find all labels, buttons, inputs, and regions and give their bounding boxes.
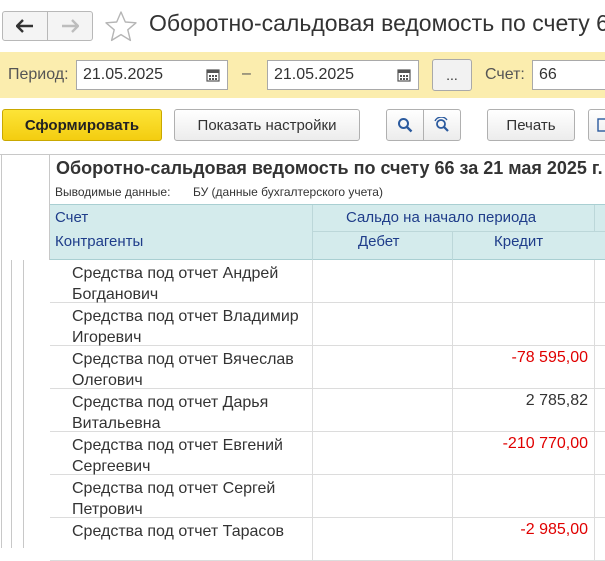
grouping-gutter <box>0 260 50 548</box>
row-credit-value: -210 770,00 <box>502 435 588 452</box>
report-title: Оборотно-сальдовая ведомость по счету 66… <box>56 158 603 178</box>
search-button[interactable] <box>386 109 424 141</box>
row-credit-value: 2 785,82 <box>525 392 588 409</box>
table-row[interactable]: Средства под отчет Андрей Богданович <box>50 260 605 303</box>
table-row[interactable]: Средства под отчет Сергей Петрович <box>50 475 605 518</box>
table-row[interactable]: Средства под отчет Дарья Витальевна 2 785… <box>50 389 605 432</box>
report-params-value: БУ (данные бухгалтерского учета) <box>193 185 383 199</box>
period-dash: – <box>242 65 251 82</box>
more-actions-button[interactable] <box>588 109 605 141</box>
search-refresh-button[interactable] <box>423 109 461 141</box>
date-from-field[interactable]: 21.05.2025 <box>76 60 228 90</box>
table-header: Счет Контрагенты Сальдо на начало период… <box>50 204 605 261</box>
calendar-icon <box>397 69 411 82</box>
date-to-value: 21.05.2025 <box>274 66 355 83</box>
star-icon[interactable] <box>104 10 138 42</box>
row-counterparty-name: Средства под отчет Дарья Витальевна <box>72 394 269 432</box>
date-to-calendar-button[interactable] <box>390 61 418 89</box>
header-opening-balance: Сальдо на начало периода <box>346 209 537 226</box>
search-refresh-icon <box>434 117 449 132</box>
header-debit: Дебет <box>358 233 400 250</box>
report-parameters: Выводимые данные: БУ (данные бухгалтерск… <box>55 185 383 199</box>
header-account: Счет <box>55 209 89 226</box>
save-icon <box>597 118 605 132</box>
account-value: 66 <box>539 66 557 83</box>
account-field[interactable]: 66 <box>532 60 605 90</box>
date-from-value: 21.05.2025 <box>83 66 164 83</box>
show-settings-button[interactable]: Показать настройки <box>174 109 360 141</box>
row-counterparty-name: Средства под отчет Вячеслав Олегович <box>72 351 294 389</box>
calendar-icon <box>206 69 220 82</box>
date-from-calendar-button[interactable] <box>199 61 227 89</box>
period-label: Период: <box>8 66 69 83</box>
page-title: Оборотно-сальдовая ведомость по счету 66 <box>149 10 605 36</box>
print-button[interactable]: Печать <box>487 109 575 141</box>
generate-button[interactable]: Сформировать <box>2 109 162 141</box>
row-counterparty-name: Средства под отчет Владимир Игоревич <box>72 308 299 346</box>
row-counterparty-name: Средства под отчет Евгений Сергеевич <box>72 437 283 475</box>
table-row[interactable]: Средства под отчет Тарасов -2 985,00 <box>50 518 605 561</box>
row-counterparty-name: Средства под отчет Сергей Петрович <box>72 480 276 518</box>
back-button[interactable] <box>2 11 48 41</box>
report-spreadsheet[interactable]: Оборотно-сальдовая ведомость по счету 66… <box>0 154 605 561</box>
filter-bar: Период: 21.05.2025 – 21.05.2025 ... Счет… <box>0 52 605 98</box>
arrow-right-icon <box>62 19 79 33</box>
row-credit-value: -2 985,00 <box>520 521 588 538</box>
title-bar: Оборотно-сальдовая ведомость по счету 66 <box>0 0 605 52</box>
search-icon <box>398 118 413 133</box>
report-params-label: Выводимые данные: <box>55 185 171 199</box>
header-credit: Кредит <box>494 233 544 250</box>
grouping-gutter-header <box>0 154 50 261</box>
table-row[interactable]: Средства под отчет Вячеслав Олегович -78 … <box>50 346 605 389</box>
date-to-field[interactable]: 21.05.2025 <box>267 60 419 90</box>
row-counterparty-name: Средства под отчет Андрей Богданович <box>72 265 279 303</box>
table-body: Средства под отчет Андрей Богданович Сред… <box>50 260 605 561</box>
table-row[interactable]: Средства под отчет Евгений Сергеевич -210… <box>50 432 605 475</box>
row-credit-value: -78 595,00 <box>511 349 588 366</box>
forward-button[interactable] <box>47 11 93 41</box>
account-label: Счет: <box>485 66 525 83</box>
table-row[interactable]: Средства под отчет Владимир Игоревич <box>50 303 605 346</box>
select-period-button[interactable]: ... <box>432 59 472 91</box>
row-counterparty-name: Средства под отчет Тарасов <box>72 523 284 540</box>
toolbar: Сформировать Показать настройки Печать <box>0 98 605 154</box>
arrow-left-icon <box>16 19 33 33</box>
header-counterparties: Контрагенты <box>55 233 144 250</box>
